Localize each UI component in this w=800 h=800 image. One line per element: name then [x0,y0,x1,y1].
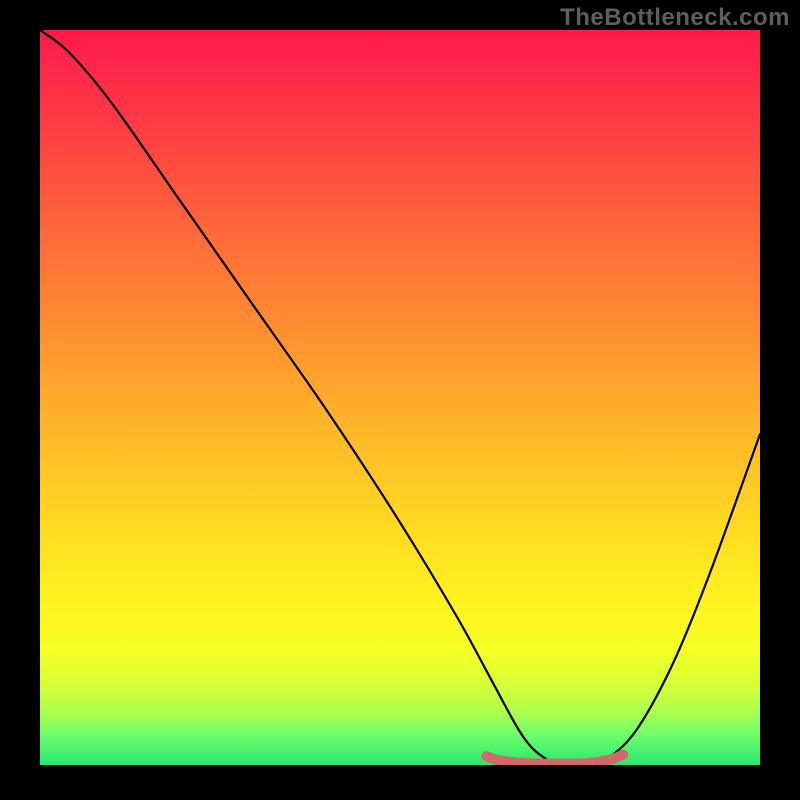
watermark-text: TheBottleneck.com [560,4,790,32]
optimal-range-marker [486,755,623,764]
chart-svg [40,30,760,765]
chart-frame: TheBottleneck.com [0,0,800,800]
curve-layer [40,30,760,765]
bottleneck-curve [40,30,760,765]
plot-area [40,30,760,765]
